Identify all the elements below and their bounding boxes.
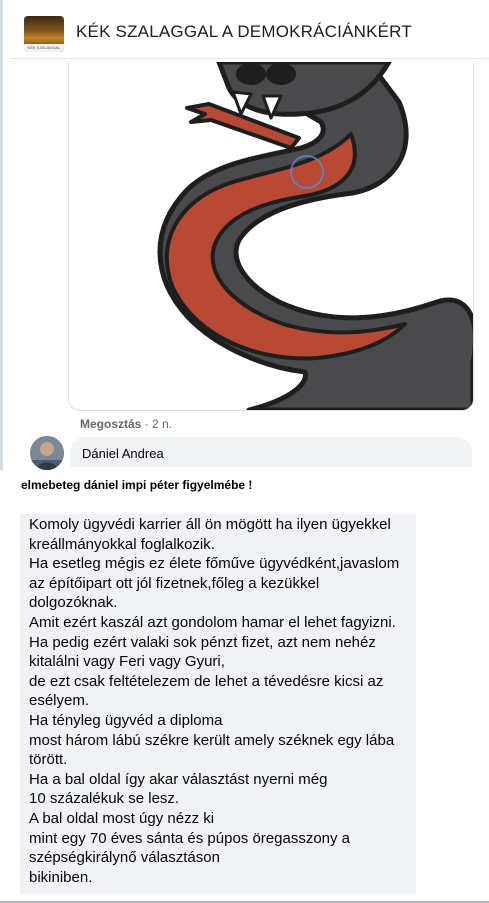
text-line: Ha esetleg mégis ez élete főműve ügyvédk… <box>29 555 400 573</box>
text-line: A bal oldal most úgy nézz ki <box>29 809 215 827</box>
text-line: szépségkirálynő választáson <box>29 849 220 867</box>
share-time[interactable]: · 2 n. <box>141 417 172 431</box>
text-line: kitalálni vagy Feri vagy Gyuri, <box>29 653 225 671</box>
group-header: KÉK SZALAGGAL DEMOKR KÉK SZALAGGAL A DEM… <box>10 10 489 59</box>
left-border <box>0 0 3 470</box>
text-line: mint egy 70 éves sánta és púpos öregassz… <box>29 829 351 847</box>
comment-avatar[interactable] <box>30 436 64 470</box>
text-line: törött. <box>29 751 68 769</box>
group-avatar-caption: KÉK SZALAGGAL DEMOKR <box>24 44 64 52</box>
text-line: Komoly ügyvédi karrier áll ön mögött ha … <box>29 516 391 533</box>
text-line: 10 százalékuk se lesz. <box>29 790 180 808</box>
text-line: dolgozóknak. <box>29 594 118 612</box>
share-link[interactable]: Megosztás <box>80 417 141 431</box>
group-avatar[interactable]: KÉK SZALAGGAL DEMOKR <box>24 16 64 52</box>
snake-eye-left <box>236 63 266 85</box>
text-line: Amit ezért kaszál azt gondolom hamar el … <box>29 613 396 631</box>
user-avatar-icon <box>30 436 64 470</box>
text-line: esélyem. <box>29 692 90 710</box>
comment-author[interactable]: Dániel Andrea <box>82 446 164 461</box>
post-heading: elmebeteg dániel impi péter figyelmébe ! <box>21 478 253 492</box>
share-meta: Megosztás · 2 n. <box>80 417 172 431</box>
text-line: az építőipart ott jól fizetnek,főleg a k… <box>29 574 320 592</box>
post-text-box: Komoly ügyvédi karrier áll ön mögött ha … <box>20 514 416 894</box>
text-line: Ha tényleg ügyvéd a diploma <box>29 711 223 729</box>
snake-illustration <box>157 62 473 410</box>
post-image-card[interactable] <box>68 62 474 411</box>
snake-eye-right <box>266 63 296 85</box>
text-line: kreállmányokkal foglalkozik. <box>29 535 215 553</box>
group-title[interactable]: KÉK SZALAGGAL A DEMOKRÁCIÁNKÉRT <box>76 22 412 42</box>
text-line: bikiniben. <box>29 868 93 886</box>
text-line: Ha pedig ezért valaki sok pénzt fizet, a… <box>29 633 376 651</box>
text-line: Ha a bal oldal így akar választást nyern… <box>29 770 328 788</box>
text-line: most három lábú székre került amely szék… <box>29 731 395 749</box>
text-line: de ezt csak feltételezem de lehet a téve… <box>29 672 384 690</box>
post-text: Komoly ügyvédi karrier áll ön mögött ha … <box>29 515 399 887</box>
